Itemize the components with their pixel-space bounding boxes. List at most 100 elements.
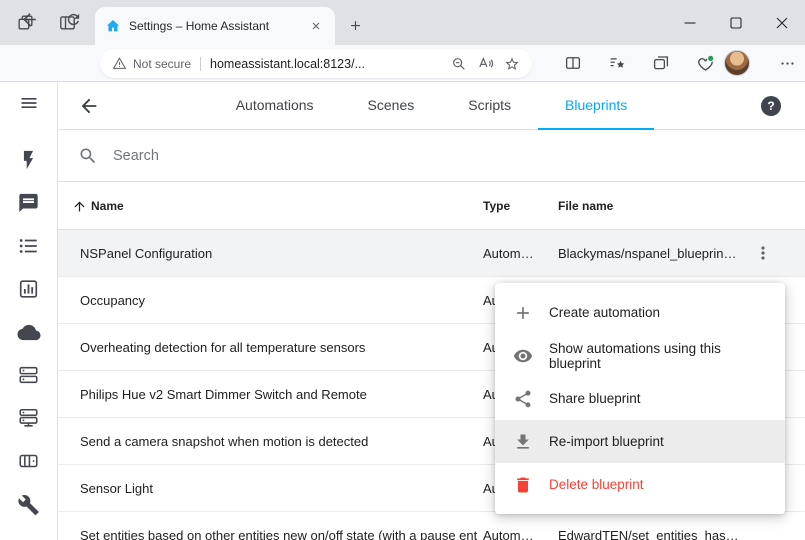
tab-label: Scenes	[368, 97, 415, 113]
nas-icon	[17, 450, 39, 472]
menu-item-show-automations[interactable]: Show automations using this blueprint	[495, 334, 785, 377]
profile-avatar[interactable]	[724, 50, 750, 76]
browser-back-button[interactable]	[14, 7, 44, 31]
trash-icon	[513, 475, 533, 495]
sidebar-item-server-2[interactable]	[17, 407, 40, 430]
menu-item-label: Create automation	[549, 305, 660, 320]
plus-icon	[348, 18, 363, 33]
browser-refresh-button[interactable]	[58, 7, 88, 31]
ha-sidebar	[0, 82, 58, 540]
favorites-icon	[608, 54, 626, 72]
sidebar-item-server-1[interactable]	[17, 364, 40, 387]
sort-ascending-icon	[72, 199, 87, 214]
list-icon	[17, 235, 39, 257]
split-screen-button[interactable]	[561, 52, 585, 74]
share-icon	[513, 389, 533, 409]
refresh-icon	[65, 11, 82, 28]
tab-scripts[interactable]: Scripts	[441, 82, 538, 130]
favorite-star-icon[interactable]	[504, 56, 520, 72]
table-row[interactable]: Set entities based on other entities new…	[58, 512, 805, 540]
column-header-file[interactable]: File name	[558, 182, 613, 230]
menu-item-label: Show automations using this blueprint	[549, 341, 769, 371]
browser-titlebar: Settings – Home Assistant	[0, 0, 805, 45]
sidebar-item-logbook[interactable]	[17, 235, 40, 258]
ellipsis-icon	[779, 55, 796, 72]
menu-item-share-blueprint[interactable]: Share blueprint	[495, 377, 785, 420]
tab-label: Blueprints	[565, 97, 627, 113]
chart-icon	[17, 278, 39, 300]
address-divider	[200, 57, 201, 71]
cell-file: EdwardTEN/set_entities_has…	[558, 512, 739, 540]
cell-name: Send a camera snapshot when motion is de…	[80, 418, 368, 464]
search-bar	[58, 130, 805, 182]
menu-item-label: Share blueprint	[549, 391, 641, 406]
column-label: Type	[483, 199, 510, 213]
sidebar-item-history[interactable]	[17, 278, 40, 301]
help-button[interactable]: ?	[761, 96, 781, 116]
split-screen-icon	[564, 54, 582, 72]
browser-window: Settings – Home Assistant	[0, 0, 805, 540]
not-secure-warning-icon	[112, 56, 127, 71]
tab-scenes[interactable]: Scenes	[341, 82, 442, 130]
sidebar-item-developer-tools[interactable]	[17, 494, 40, 517]
table-header: Name Type File name	[58, 182, 805, 230]
back-arrow-icon	[20, 10, 39, 29]
hamburger-icon	[19, 93, 39, 113]
maximize-icon	[730, 17, 742, 29]
browser-essentials-icon	[696, 54, 715, 73]
menu-item-delete-blueprint[interactable]: Delete blueprint	[495, 463, 785, 506]
table-row[interactable]: NSPanel Configuration Autom… Blackymas/n…	[58, 230, 805, 277]
address-bar[interactable]: Not secure homeassistant.local:8123/...	[100, 49, 532, 78]
cell-name: NSPanel Configuration	[80, 230, 212, 276]
browser-essentials-button[interactable]	[693, 52, 717, 74]
ha-header: Automations Scenes Scripts Blueprints ?	[58, 82, 805, 130]
maximize-button[interactable]	[713, 0, 759, 45]
sidebar-menu-button[interactable]	[17, 93, 41, 113]
tab-close-icon[interactable]	[307, 17, 325, 35]
close-button[interactable]	[759, 0, 805, 45]
column-label: File name	[558, 199, 613, 213]
url-text: homeassistant.local:8123/...	[210, 57, 441, 71]
cell-name: Sensor Light	[80, 465, 153, 511]
server-icon	[17, 364, 39, 386]
tab-automations[interactable]: Automations	[209, 82, 341, 130]
minimize-button[interactable]	[667, 0, 713, 45]
row-overflow-menu-button[interactable]	[753, 243, 773, 263]
browser-settings-button[interactable]	[775, 52, 799, 74]
new-tab-button[interactable]	[342, 12, 368, 38]
favorites-button[interactable]	[605, 52, 629, 74]
browser-tab[interactable]: Settings – Home Assistant	[95, 7, 335, 45]
sidebar-item-cloud[interactable]	[17, 321, 40, 344]
wrench-icon	[17, 494, 39, 516]
cell-name: Overheating detection for all temperatur…	[80, 324, 365, 370]
sidebar-item-assist[interactable]	[17, 192, 40, 215]
tab-blueprints[interactable]: Blueprints	[538, 82, 654, 130]
window-controls	[667, 0, 805, 45]
cloud-icon	[17, 321, 40, 344]
read-aloud-icon[interactable]	[477, 55, 494, 72]
chat-icon	[17, 192, 39, 214]
download-icon	[513, 432, 533, 452]
menu-item-reimport-blueprint[interactable]: Re-import blueprint	[495, 420, 785, 463]
zoom-out-icon[interactable]	[451, 56, 467, 72]
tab-title: Settings – Home Assistant	[129, 19, 299, 33]
column-header-type[interactable]: Type	[483, 182, 510, 230]
sidebar-item-energy[interactable]	[17, 149, 40, 172]
sidebar-item-server-3[interactable]	[17, 450, 40, 473]
cell-type: Autom…	[483, 230, 534, 276]
question-mark-icon: ?	[767, 99, 774, 113]
search-icon	[78, 146, 98, 166]
eye-icon	[513, 346, 533, 366]
cell-type: Autom…	[483, 512, 534, 540]
collections-button[interactable]	[649, 52, 673, 74]
column-label: Name	[91, 199, 124, 213]
bolt-icon	[17, 149, 39, 171]
menu-item-label: Re-import blueprint	[549, 434, 664, 449]
menu-item-create-automation[interactable]: Create automation	[495, 291, 785, 334]
cell-name: Set entities based on other entities new…	[80, 512, 478, 540]
search-input[interactable]	[111, 147, 415, 165]
server-network-icon	[17, 407, 39, 429]
home-assistant-favicon	[105, 18, 121, 34]
column-header-name[interactable]: Name	[72, 182, 124, 230]
cell-name: Philips Hue v2 Smart Dimmer Switch and R…	[80, 371, 367, 417]
